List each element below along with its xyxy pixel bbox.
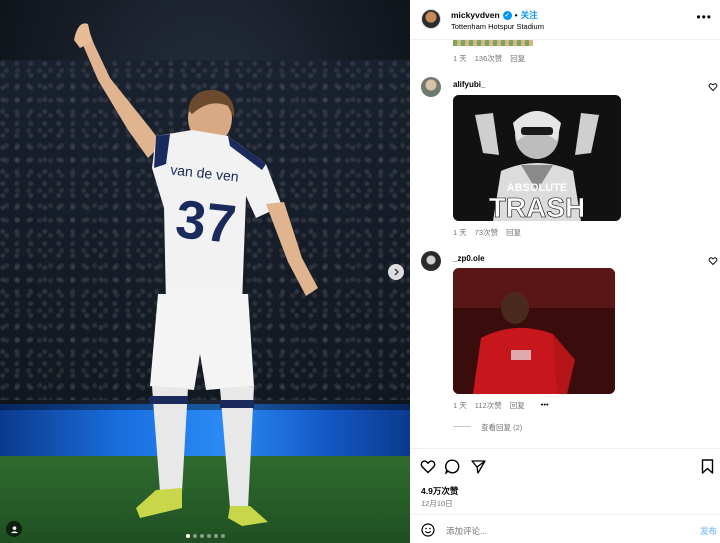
avatar[interactable] bbox=[421, 77, 441, 97]
replies-divider bbox=[453, 426, 471, 427]
player-figure: van de ven 37 bbox=[74, 23, 318, 526]
chevron-right-icon bbox=[394, 268, 399, 276]
share-icon[interactable] bbox=[471, 459, 486, 474]
tagged-user-icon[interactable] bbox=[6, 521, 22, 537]
comment-time[interactable]: 1 天 bbox=[453, 227, 467, 238]
view-replies-button[interactable]: 查看回复 (2) bbox=[481, 422, 522, 433]
cropped-gif-preview bbox=[453, 40, 533, 46]
reply-button[interactable]: 回复 bbox=[506, 227, 521, 238]
comment-icon[interactable] bbox=[445, 459, 460, 474]
heart-icon[interactable] bbox=[708, 82, 718, 92]
carousel-dot bbox=[207, 534, 211, 538]
comment-gif[interactable] bbox=[453, 268, 615, 394]
post-photo[interactable]: van de ven 37 bbox=[0, 0, 410, 543]
comment-likes[interactable]: 136次赞 bbox=[475, 53, 503, 64]
post-actions: 4.9万次赞 12月10日 bbox=[410, 448, 720, 514]
more-options-icon[interactable]: ••• bbox=[696, 10, 712, 24]
post-comment-button[interactable]: 发布 bbox=[700, 525, 717, 537]
post-username[interactable]: mickyvdven bbox=[451, 10, 500, 20]
emoji-icon[interactable] bbox=[421, 523, 435, 537]
location-link[interactable]: Tottenham Hotspur Stadium bbox=[451, 22, 544, 31]
jersey-number: 37 bbox=[173, 189, 239, 255]
carousel-indicator bbox=[186, 534, 225, 538]
gif-illustration bbox=[453, 268, 615, 394]
post-likes[interactable]: 4.9万次赞 bbox=[421, 485, 458, 497]
follow-button[interactable]: 关注 bbox=[521, 9, 538, 21]
verified-badge-icon: ✓ bbox=[502, 10, 512, 20]
comment-meta: 1 天 73次赞 回复 bbox=[453, 227, 521, 238]
save-bookmark-icon[interactable] bbox=[701, 459, 714, 474]
heart-icon[interactable] bbox=[708, 256, 718, 266]
next-image-button[interactable] bbox=[388, 264, 404, 280]
carousel-dot bbox=[193, 534, 197, 538]
comment-time[interactable]: 1 天 bbox=[453, 53, 467, 64]
carousel-dot bbox=[214, 534, 218, 538]
carousel-dot bbox=[221, 534, 225, 538]
comment-username[interactable]: alifyubi_ bbox=[453, 80, 485, 89]
reply-button[interactable]: 回复 bbox=[510, 53, 525, 64]
carousel-dot bbox=[186, 534, 190, 538]
post-header: mickyvdven ✓ • 关注 Tottenham Hotspur Stad… bbox=[410, 0, 720, 40]
carousel-dot bbox=[200, 534, 204, 538]
post-sidebar: mickyvdven ✓ • 关注 Tottenham Hotspur Stad… bbox=[410, 0, 720, 543]
more-options-icon[interactable]: ••• bbox=[541, 400, 549, 411]
comment-gif[interactable]: ABSOLUTE TRASH bbox=[453, 95, 621, 221]
comment-likes[interactable]: 112次赞 bbox=[475, 400, 502, 411]
comment-input[interactable]: 添加评论... bbox=[446, 525, 487, 537]
like-heart-icon[interactable] bbox=[420, 459, 436, 474]
comment-username[interactable]: _zp0.ole bbox=[453, 254, 485, 263]
add-comment-bar: 添加评论... 发布 bbox=[410, 514, 720, 543]
separator: • bbox=[514, 10, 518, 20]
comment-likes[interactable]: 73次赞 bbox=[475, 227, 498, 238]
header-user-row: mickyvdven ✓ • 关注 bbox=[451, 9, 538, 21]
comment-meta: 1 天 136次赞 回复 bbox=[453, 53, 525, 64]
reply-button[interactable]: 回复 bbox=[510, 400, 525, 411]
comment-time[interactable]: 1 天 bbox=[453, 400, 467, 411]
gif-illustration: ABSOLUTE TRASH bbox=[453, 95, 621, 221]
avatar[interactable] bbox=[421, 9, 441, 29]
post-date: 12月10日 bbox=[421, 499, 453, 508]
gif-text-main: TRASH bbox=[489, 192, 585, 221]
comment-meta: 1 天 112次赞 回复 ••• bbox=[453, 400, 549, 411]
avatar[interactable] bbox=[421, 251, 441, 271]
